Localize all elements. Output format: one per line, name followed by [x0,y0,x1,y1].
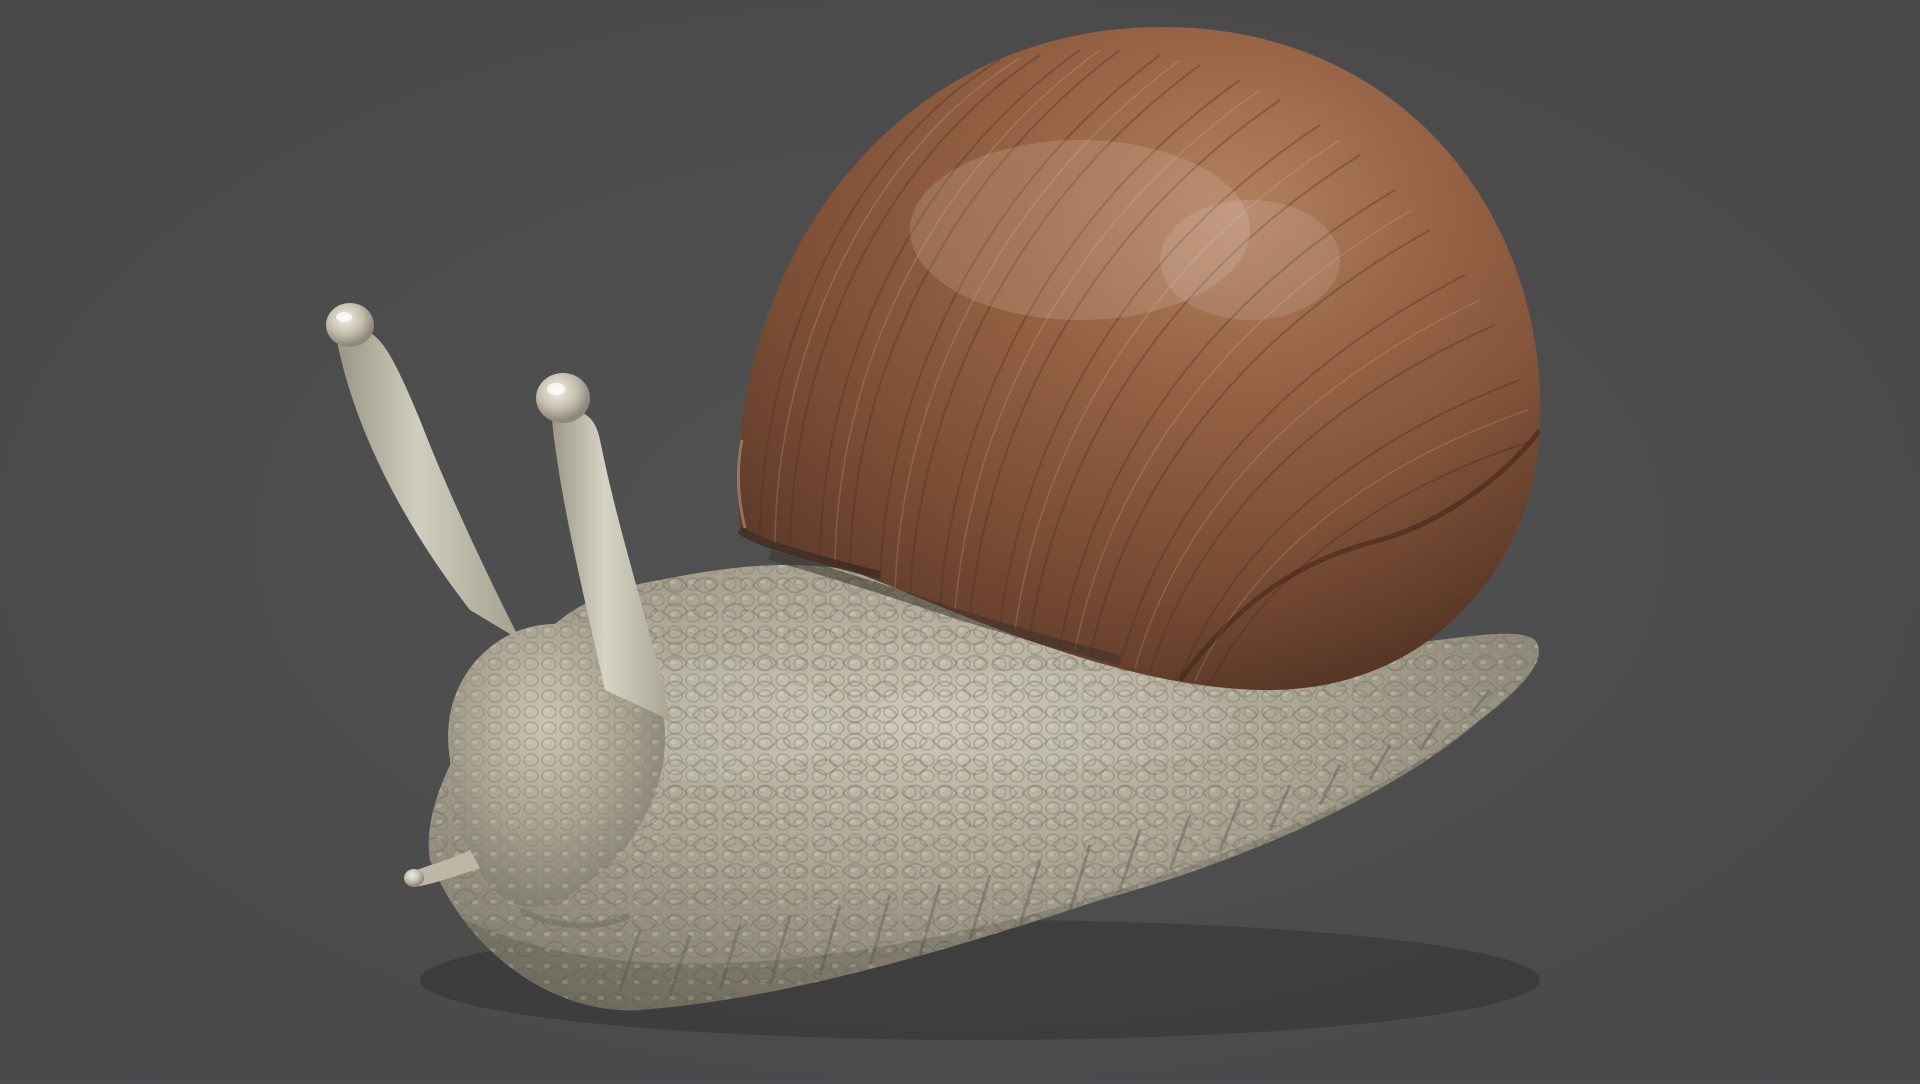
right-eye-knob [536,373,590,423]
snail-render [0,0,1920,1080]
lower-tentacle-tip [404,869,424,887]
left-eye-knob [326,303,374,347]
render-viewport [0,0,1920,1080]
